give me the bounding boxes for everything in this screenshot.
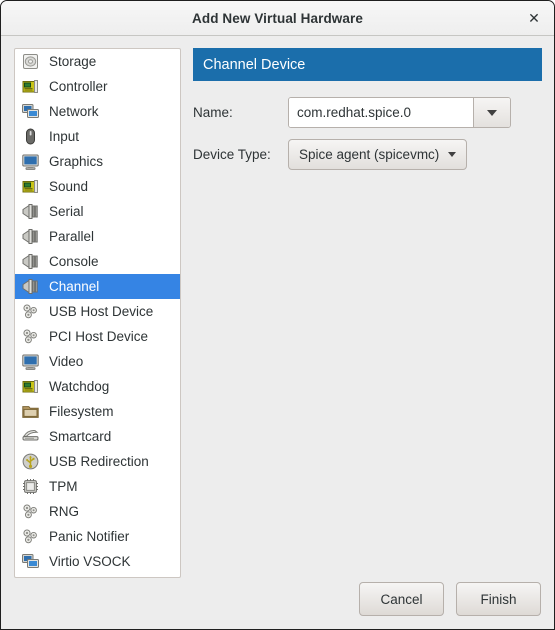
sidebar-item-label: USB Redirection xyxy=(49,453,149,469)
sidebar-item-label: Watchdog xyxy=(49,378,110,394)
serial-port-icon xyxy=(21,203,39,221)
sidebar-item-label: Sound xyxy=(49,178,89,194)
sidebar-item-video[interactable]: Video xyxy=(15,349,180,374)
sidebar-item-watchdog[interactable]: Watchdog xyxy=(15,374,180,399)
sidebar-item-panic-notifier[interactable]: Panic Notifier xyxy=(15,524,180,549)
device-type-combo[interactable]: Spice agent (spicevmc) xyxy=(288,139,468,170)
device-form: Name: Device Type: Spice agent (spicevmc… xyxy=(193,97,542,170)
titlebar: Add New Virtual Hardware ✕ xyxy=(1,1,554,36)
sidebar-item-controller[interactable]: Controller xyxy=(15,74,180,99)
controller-card-icon xyxy=(21,378,39,396)
chevron-down-icon xyxy=(448,152,457,157)
sidebar-item-filesystem[interactable]: Filesystem xyxy=(15,399,180,424)
smartcard-reader-icon xyxy=(21,428,39,446)
name-label: Name: xyxy=(193,105,233,120)
close-icon[interactable]: ✕ xyxy=(523,7,545,29)
device-type-row: Device Type: Spice agent (spicevmc) xyxy=(193,139,542,170)
sidebar-item-label: Video xyxy=(49,353,84,369)
sidebar-item-parallel[interactable]: Parallel xyxy=(15,224,180,249)
serial-port-icon xyxy=(21,253,39,271)
finish-button[interactable]: Finish xyxy=(456,582,541,616)
hardware-type-list[interactable]: Storage Controller Network Input Graphics Sou… xyxy=(14,48,181,578)
sidebar-item-rng[interactable]: RNG xyxy=(15,499,180,524)
sidebar-item-pci-host-device[interactable]: PCI Host Device xyxy=(15,324,180,349)
dialog-content: Storage Controller Network Input Graphics Sou… xyxy=(1,36,554,629)
sidebar-item-label: Network xyxy=(49,103,99,119)
name-row: Name: xyxy=(193,97,542,128)
sidebar-item-label: RNG xyxy=(49,503,79,519)
sidebar-item-label: Serial xyxy=(49,203,84,219)
sidebar-item-label: Virtio VSOCK xyxy=(49,553,131,569)
name-input[interactable] xyxy=(289,98,473,127)
sidebar-item-label: Storage xyxy=(49,53,97,69)
sidebar-item-label: USB Host Device xyxy=(49,303,154,319)
controller-card-icon xyxy=(21,178,39,196)
chevron-down-icon xyxy=(487,109,497,116)
sidebar-item-smartcard[interactable]: Smartcard xyxy=(15,424,180,449)
controller-card-icon xyxy=(21,78,39,96)
sidebar-item-tpm[interactable]: TPM xyxy=(15,474,180,499)
serial-port-icon xyxy=(21,228,39,246)
device-type-value: Spice agent (spicevmc) xyxy=(299,147,440,162)
monitor-icon xyxy=(21,353,39,371)
sidebar-item-label: Input xyxy=(49,128,80,144)
window-title: Add New Virtual Hardware xyxy=(192,10,363,26)
sidebar-item-sound[interactable]: Sound xyxy=(15,174,180,199)
sidebar-item-channel[interactable]: Channel xyxy=(15,274,180,299)
mouse-icon xyxy=(21,128,39,146)
gears-icon xyxy=(21,328,39,346)
sidebar-item-label: Filesystem xyxy=(49,403,114,419)
sidebar-item-graphics[interactable]: Graphics xyxy=(15,149,180,174)
device-detail-pane: Channel Device Name: Device Type: Spice … xyxy=(193,48,542,181)
sidebar-item-storage[interactable]: Storage xyxy=(15,49,180,74)
usb-icon xyxy=(21,453,39,471)
gears-icon xyxy=(21,303,39,321)
sidebar-item-label: Controller xyxy=(49,78,108,94)
device-type-label: Device Type: xyxy=(193,147,271,162)
monitor-icon xyxy=(21,153,39,171)
network-icon xyxy=(21,553,39,571)
sidebar-item-usb-host-device[interactable]: USB Host Device xyxy=(15,299,180,324)
name-dropdown-button[interactable] xyxy=(473,98,510,127)
sidebar-item-label: Parallel xyxy=(49,228,95,244)
network-icon xyxy=(21,103,39,121)
pane-header: Channel Device xyxy=(193,48,542,81)
sidebar-item-serial[interactable]: Serial xyxy=(15,199,180,224)
name-combo[interactable] xyxy=(288,97,511,128)
chip-icon xyxy=(21,478,39,496)
sidebar-item-label: TPM xyxy=(49,478,78,494)
sidebar-item-label: Smartcard xyxy=(49,428,112,444)
folder-icon xyxy=(21,403,39,421)
sidebar-item-label: Graphics xyxy=(49,153,104,169)
sidebar-item-console[interactable]: Console xyxy=(15,249,180,274)
sidebar-item-network[interactable]: Network xyxy=(15,99,180,124)
sidebar-item-label: Console xyxy=(49,253,99,269)
add-hardware-dialog: Add New Virtual Hardware ✕ Storage Contro… xyxy=(0,0,555,630)
sidebar-item-label: PCI Host Device xyxy=(49,328,149,344)
sidebar-item-usb-redirection[interactable]: USB Redirection xyxy=(15,449,180,474)
serial-port-icon xyxy=(21,278,39,296)
storage-icon xyxy=(21,53,39,71)
gears-icon xyxy=(21,503,39,521)
sidebar-item-label: Panic Notifier xyxy=(49,528,130,544)
dialog-footer: Cancel Finish xyxy=(1,569,554,629)
sidebar-item-label: Channel xyxy=(49,278,100,294)
sidebar-item-input[interactable]: Input xyxy=(15,124,180,149)
cancel-button[interactable]: Cancel xyxy=(359,582,444,616)
gears-icon xyxy=(21,528,39,546)
